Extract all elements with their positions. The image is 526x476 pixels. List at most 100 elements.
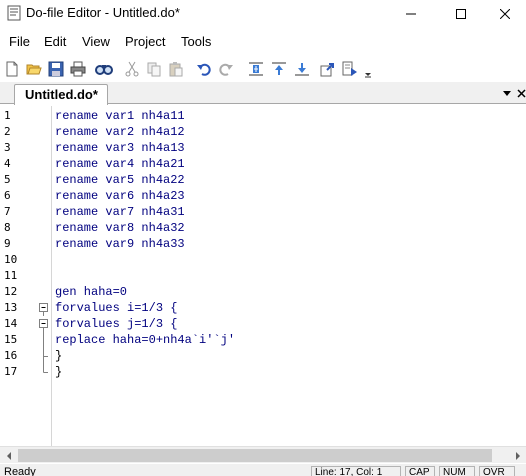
- undo-icon: [197, 63, 211, 76]
- next-bookmark-icon: [295, 63, 309, 76]
- line-number: 10: [4, 253, 18, 266]
- code-line[interactable]: [55, 252, 515, 268]
- code-editor[interactable]: 1 2 3 4 5 6 7 8 9 10 11 12 13 14 15 16 17 rename var1 nh…: [0, 106, 526, 446]
- execute-do-button[interactable]: [340, 58, 360, 80]
- chevron-down-icon: [503, 91, 511, 96]
- menu-tools[interactable]: Tools: [181, 34, 211, 49]
- line-number: 9: [4, 237, 11, 250]
- paste-button[interactable]: [166, 58, 186, 80]
- line-number: 11: [4, 269, 18, 282]
- code-line[interactable]: replace haha=0+nh4a`i'`j': [55, 332, 515, 348]
- code-line[interactable]: rename var4 nh4a21: [55, 156, 515, 172]
- open-button[interactable]: [24, 58, 44, 80]
- copy-icon: [147, 62, 161, 77]
- scroll-left-button[interactable]: [0, 447, 17, 464]
- tab-label: Untitled.do*: [25, 87, 98, 102]
- show-file-in-viewer-icon: [320, 63, 334, 77]
- next-bookmark-button[interactable]: [292, 58, 312, 80]
- num-indicator: NUM: [439, 466, 475, 476]
- line-number: 17: [4, 365, 18, 378]
- line-number: 13: [4, 301, 18, 314]
- tab-list-button[interactable]: [500, 86, 514, 100]
- status-bar: Ready Line: 17, Col: 1 CAP NUM OVR: [0, 464, 526, 476]
- line-number: 4: [4, 157, 11, 170]
- line-number: 6: [4, 189, 11, 202]
- code-line[interactable]: forvalues j=1/3 {: [55, 316, 515, 332]
- copy-button[interactable]: [144, 58, 164, 80]
- code-line[interactable]: rename var7 nh4a31: [55, 204, 515, 220]
- code-line[interactable]: rename var2 nh4a12: [55, 124, 515, 140]
- code-line[interactable]: }: [55, 364, 515, 380]
- save-button[interactable]: [46, 58, 66, 80]
- chevron-right-icon: [515, 451, 520, 460]
- horizontal-scrollbar[interactable]: [0, 446, 526, 463]
- open-folder-icon: [26, 64, 42, 75]
- find-button[interactable]: [94, 58, 114, 80]
- scrollbar-thumb[interactable]: [18, 449, 492, 462]
- menu-view[interactable]: View: [82, 34, 110, 49]
- print-icon: [70, 61, 86, 77]
- execute-do-icon: [342, 61, 357, 76]
- close-icon: [516, 88, 526, 98]
- maximize-icon: [456, 9, 466, 19]
- save-icon: [48, 61, 64, 77]
- caps-indicator: CAP: [405, 466, 435, 476]
- window-title: Do-file Editor - Untitled.do*: [26, 5, 180, 20]
- code-line[interactable]: rename var6 nh4a23: [55, 188, 515, 204]
- toolbar-overflow-icon[interactable]: [364, 62, 372, 78]
- code-line[interactable]: rename var8 nh4a32: [55, 220, 515, 236]
- code-line[interactable]: forvalues i=1/3 {: [55, 300, 515, 316]
- scroll-right-button[interactable]: [509, 447, 526, 464]
- line-number: 8: [4, 221, 11, 234]
- minimize-button[interactable]: [388, 0, 434, 28]
- minimize-icon: [406, 13, 416, 15]
- cursor-position: Line: 17, Col: 1: [311, 466, 401, 476]
- fold-end-icon: [43, 348, 48, 364]
- menu-edit[interactable]: Edit: [44, 34, 66, 49]
- toggle-bookmark-icon: [249, 62, 263, 76]
- menu-bar: File Edit View Project Tools: [0, 30, 526, 54]
- close-tab-button[interactable]: [514, 86, 526, 100]
- line-number-gutter: 1 2 3 4 5 6 7 8 9 10 11 12 13 14 15 16 17: [0, 106, 52, 446]
- maximize-button[interactable]: [438, 0, 484, 28]
- code-line[interactable]: rename var1 nh4a11: [55, 108, 515, 124]
- menu-file[interactable]: File: [9, 34, 30, 49]
- code-line[interactable]: rename var3 nh4a13: [55, 140, 515, 156]
- ovr-indicator: OVR: [479, 466, 515, 476]
- new-file-icon: [6, 61, 18, 77]
- cut-icon: [125, 61, 139, 77]
- redo-icon: [219, 63, 233, 76]
- previous-bookmark-icon: [272, 62, 286, 75]
- do-file-app-icon: [7, 5, 21, 21]
- fold-line-icon: [43, 332, 44, 348]
- line-number: 2: [4, 125, 11, 138]
- code-line[interactable]: rename var9 nh4a33: [55, 236, 515, 252]
- tab-strip: Untitled.do*: [0, 82, 526, 105]
- code-line[interactable]: gen haha=0: [55, 284, 515, 300]
- print-button[interactable]: [68, 58, 88, 80]
- fold-toggle-icon[interactable]: [38, 316, 50, 332]
- code-line[interactable]: [55, 268, 515, 284]
- undo-button[interactable]: [194, 58, 214, 80]
- line-number: 14: [4, 317, 18, 330]
- previous-bookmark-button[interactable]: [269, 58, 289, 80]
- line-number: 1: [4, 109, 11, 122]
- redo-button[interactable]: [216, 58, 236, 80]
- tab-untitled-do[interactable]: Untitled.do*: [14, 84, 108, 105]
- new-button[interactable]: [2, 58, 22, 80]
- line-number: 3: [4, 141, 11, 154]
- code-line[interactable]: rename var5 nh4a22: [55, 172, 515, 188]
- paste-icon: [169, 62, 183, 77]
- cut-button[interactable]: [122, 58, 142, 80]
- toggle-bookmark-button[interactable]: [246, 58, 266, 80]
- show-file-in-viewer-button[interactable]: [318, 58, 338, 80]
- line-number: 12: [4, 285, 18, 298]
- title-bar: Do-file Editor - Untitled.do*: [0, 0, 526, 28]
- close-button[interactable]: [482, 0, 526, 28]
- menu-project[interactable]: Project: [125, 34, 165, 49]
- close-icon: [500, 9, 510, 19]
- code-line[interactable]: }: [55, 348, 515, 364]
- line-number: 15: [4, 333, 18, 346]
- line-number: 5: [4, 173, 11, 186]
- fold-toggle-icon[interactable]: [38, 300, 50, 316]
